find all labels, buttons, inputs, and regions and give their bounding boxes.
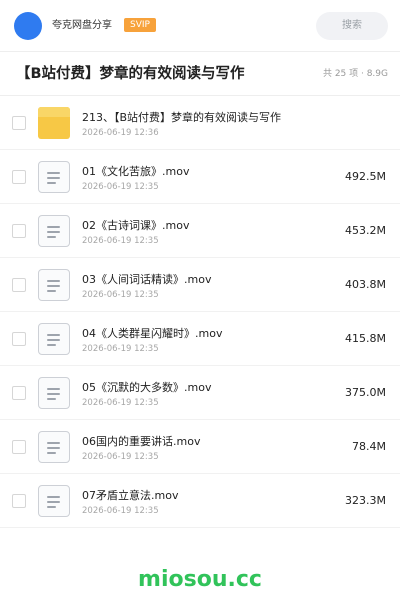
search-button[interactable]: 搜索 (316, 12, 388, 40)
file-date: 2026-06-19 12:35 (82, 344, 159, 354)
document-icon (38, 269, 70, 301)
svip-badge: SVIP (124, 18, 156, 32)
page-title: 【B站付费】梦章的有效阅读与写作 (16, 66, 245, 82)
file-name: 213、【B站付费】梦章的有效阅读与写作 (82, 111, 282, 124)
file-size: 492.5M (345, 170, 386, 183)
file-date: 2026-06-19 12:35 (82, 398, 159, 408)
file-name: 05《沉默的大多数》.mov (82, 381, 212, 394)
file-size: 78.4M (352, 440, 386, 453)
document-icon (38, 323, 70, 355)
file-size: 375.0M (345, 386, 386, 399)
file-name: 06国内的重要讲话.mov (82, 435, 201, 448)
file-date: 2026-06-19 12:35 (82, 182, 159, 192)
file-name: 01《文化苦旅》.mov (82, 165, 190, 178)
list-item[interactable]: 213、【B站付费】梦章的有效阅读与写作 2026-06-19 12:36 (0, 96, 400, 150)
row-checkbox[interactable] (12, 440, 26, 454)
file-date: 2026-06-19 12:35 (82, 506, 159, 516)
row-checkbox[interactable] (12, 386, 26, 400)
document-icon (38, 485, 70, 517)
file-name: 03《人间词话精读》.mov (82, 273, 212, 286)
list-item[interactable]: 03《人间词话精读》.mov 2026-06-19 12:35 403.8M (0, 258, 400, 312)
watermark: miosou.cc (138, 567, 262, 592)
list-item[interactable]: 06国内的重要讲话.mov 2026-06-19 12:35 78.4M (0, 420, 400, 474)
username: 夸克网盘分享 (52, 20, 112, 31)
row-checkbox[interactable] (12, 116, 26, 130)
folder-icon (38, 107, 70, 139)
top-bar: 夸克网盘分享 SVIP 搜索 (0, 0, 400, 52)
file-size: 403.8M (345, 278, 386, 291)
folder-header: 【B站付费】梦章的有效阅读与写作 共 25 项 · 8.9G (0, 52, 400, 96)
avatar[interactable] (14, 12, 42, 40)
document-icon (38, 377, 70, 409)
row-checkbox[interactable] (12, 278, 26, 292)
list-item[interactable]: 05《沉默的大多数》.mov 2026-06-19 12:35 375.0M (0, 366, 400, 420)
folder-meta: 共 25 项 · 8.9G (322, 69, 388, 79)
file-name: 07矛盾立意法.mov (82, 489, 179, 502)
list-item[interactable]: 07矛盾立意法.mov 2026-06-19 12:35 323.3M (0, 474, 400, 528)
list-item[interactable]: 02《古诗词课》.mov 2026-06-19 12:35 453.2M (0, 204, 400, 258)
file-name: 02《古诗词课》.mov (82, 219, 190, 232)
document-icon (38, 215, 70, 247)
file-size: 453.2M (345, 224, 386, 237)
list-item[interactable]: 01《文化苦旅》.mov 2026-06-19 12:35 492.5M (0, 150, 400, 204)
list-item[interactable]: 04《人类群星闪耀时》.mov 2026-06-19 12:35 415.8M (0, 312, 400, 366)
row-checkbox[interactable] (12, 494, 26, 508)
file-list: 213、【B站付费】梦章的有效阅读与写作 2026-06-19 12:36 01… (0, 96, 400, 528)
row-checkbox[interactable] (12, 332, 26, 346)
document-icon (38, 431, 70, 463)
file-date: 2026-06-19 12:36 (82, 128, 159, 138)
document-icon (38, 161, 70, 193)
file-name: 04《人类群星闪耀时》.mov (82, 327, 223, 340)
file-date: 2026-06-19 12:35 (82, 290, 159, 300)
file-size: 415.8M (345, 332, 386, 345)
file-date: 2026-06-19 12:35 (82, 452, 159, 462)
row-checkbox[interactable] (12, 224, 26, 238)
file-size: 323.3M (345, 494, 386, 507)
file-date: 2026-06-19 12:35 (82, 236, 159, 246)
row-checkbox[interactable] (12, 170, 26, 184)
